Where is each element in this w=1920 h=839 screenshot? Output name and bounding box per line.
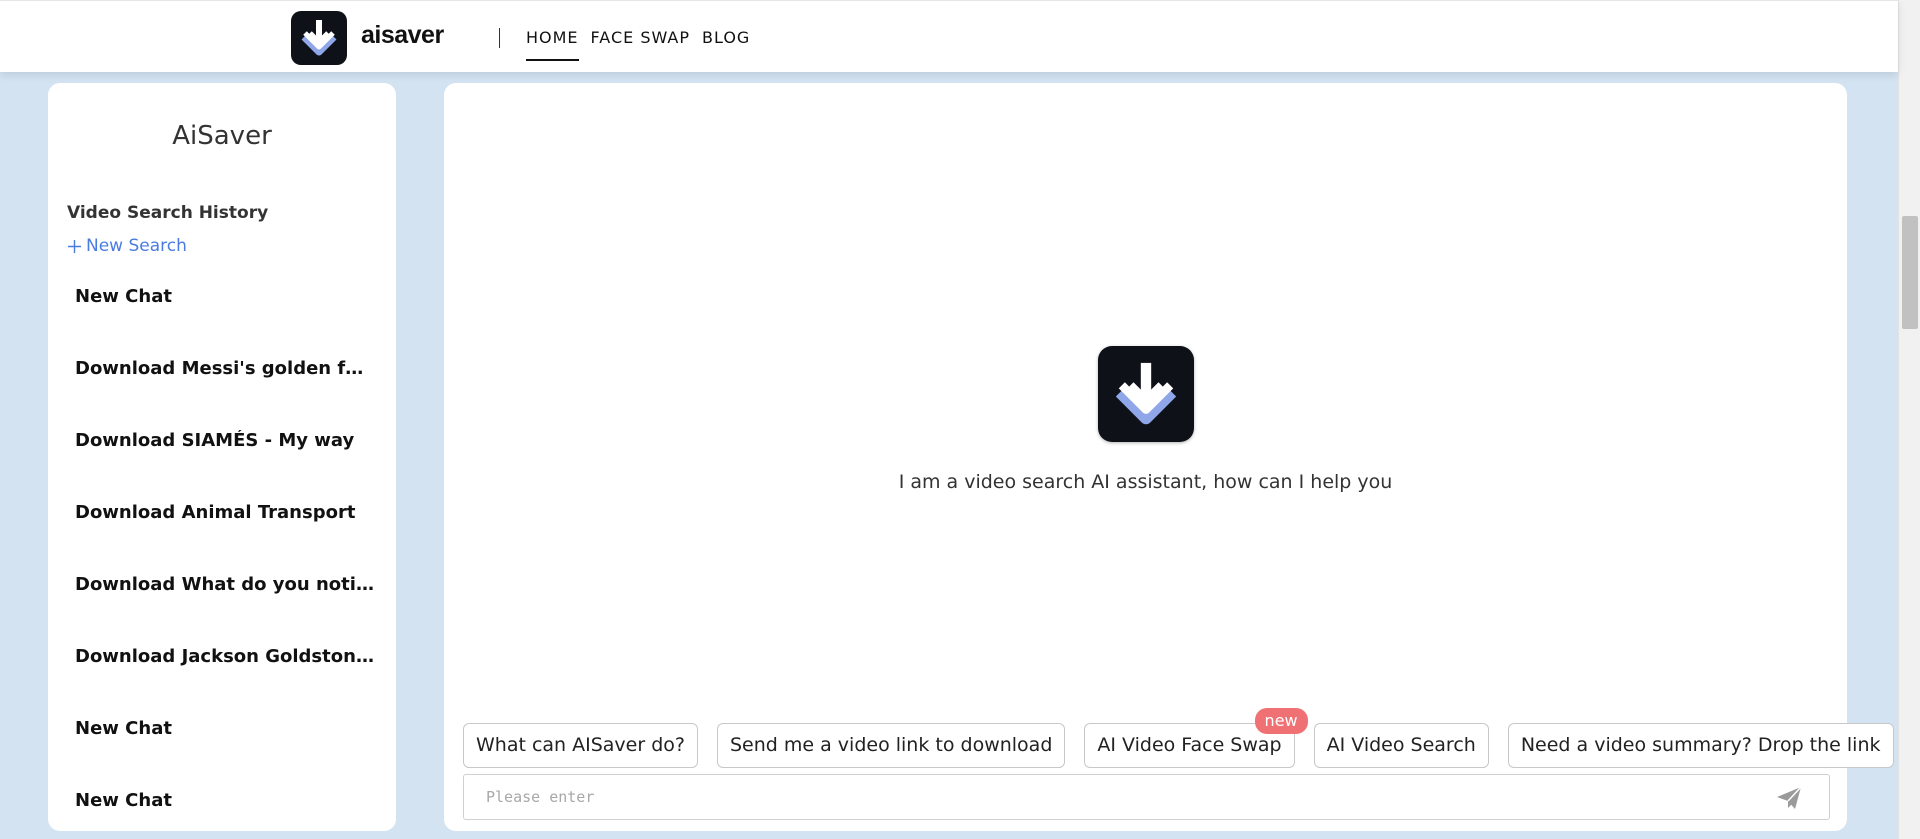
history-item[interactable]: Download Animal Transport: [75, 502, 375, 574]
top-header: aisaver HOME FACE SWAP BLOG: [0, 0, 1898, 72]
nav-divider: [499, 28, 500, 48]
plus-icon: [68, 239, 81, 253]
chip-video-search[interactable]: AI Video Search: [1313, 723, 1489, 768]
history-item[interactable]: New Chat: [75, 790, 375, 831]
download-arrow-icon: [301, 20, 337, 56]
history-item[interactable]: Download Jackson Goldstone...: [75, 646, 375, 718]
chip-what-can-aisaver-do[interactable]: What can AISaver do?: [463, 723, 698, 768]
assistant-logo: [1098, 346, 1194, 442]
chip-send-video-link[interactable]: Send me a video link to download: [717, 723, 1066, 768]
download-arrow-icon: [1115, 362, 1177, 425]
chip-face-swap[interactable]: AI Video Face Swap new: [1084, 708, 1308, 768]
message-input-box: [463, 774, 1830, 820]
send-plane-icon[interactable]: [1775, 785, 1803, 811]
history-heading: Video Search History: [67, 203, 269, 223]
scroll-thumb[interactable]: [1902, 216, 1918, 329]
history-sidebar: AiSaver Video Search History New Search …: [48, 83, 396, 831]
brand-name[interactable]: aisaver: [361, 21, 444, 50]
message-input[interactable]: [464, 775, 1764, 819]
sidebar-title: AiSaver: [172, 121, 272, 151]
new-search-button[interactable]: New Search: [67, 236, 187, 256]
history-item[interactable]: New Chat: [75, 718, 375, 790]
new-badge: new: [1254, 708, 1308, 734]
chip-label: AI Video Face Swap: [1097, 734, 1282, 756]
chip-label: Need a video summary? Drop the link: [1520, 734, 1881, 756]
chat-panel: I am a video search AI assistant, how ca…: [444, 83, 1894, 831]
logo-icon[interactable]: [291, 11, 347, 65]
chip-label: Send me a video link to download: [730, 734, 1053, 756]
chip-label: AI Video Search: [1326, 734, 1476, 756]
history-list: New Chat Download Messi's golden foo... …: [75, 286, 375, 831]
nav-blog[interactable]: BLOG: [702, 28, 750, 61]
page-scrollbar[interactable]: [1898, 0, 1920, 839]
chip-video-summary[interactable]: Need a video summary? Drop the link: [1507, 723, 1894, 768]
chip-label: What can AISaver do?: [476, 734, 685, 756]
history-item[interactable]: New Chat: [75, 286, 375, 358]
history-item[interactable]: Download SIAMÉS - My way: [75, 430, 375, 502]
new-search-label: New Search: [86, 236, 187, 256]
history-item[interactable]: Download Messi's golden foo...: [75, 358, 375, 430]
main-nav: HOME FACE SWAP BLOG: [526, 28, 750, 61]
assistant-greeting: I am a video search AI assistant, how ca…: [898, 471, 1393, 493]
history-item[interactable]: Download What do you notic...: [75, 574, 375, 646]
nav-home[interactable]: HOME: [526, 28, 579, 61]
suggestion-chips: What can AISaver do? Send me a video lin…: [463, 708, 1894, 768]
nav-face-swap[interactable]: FACE SWAP: [591, 28, 690, 61]
